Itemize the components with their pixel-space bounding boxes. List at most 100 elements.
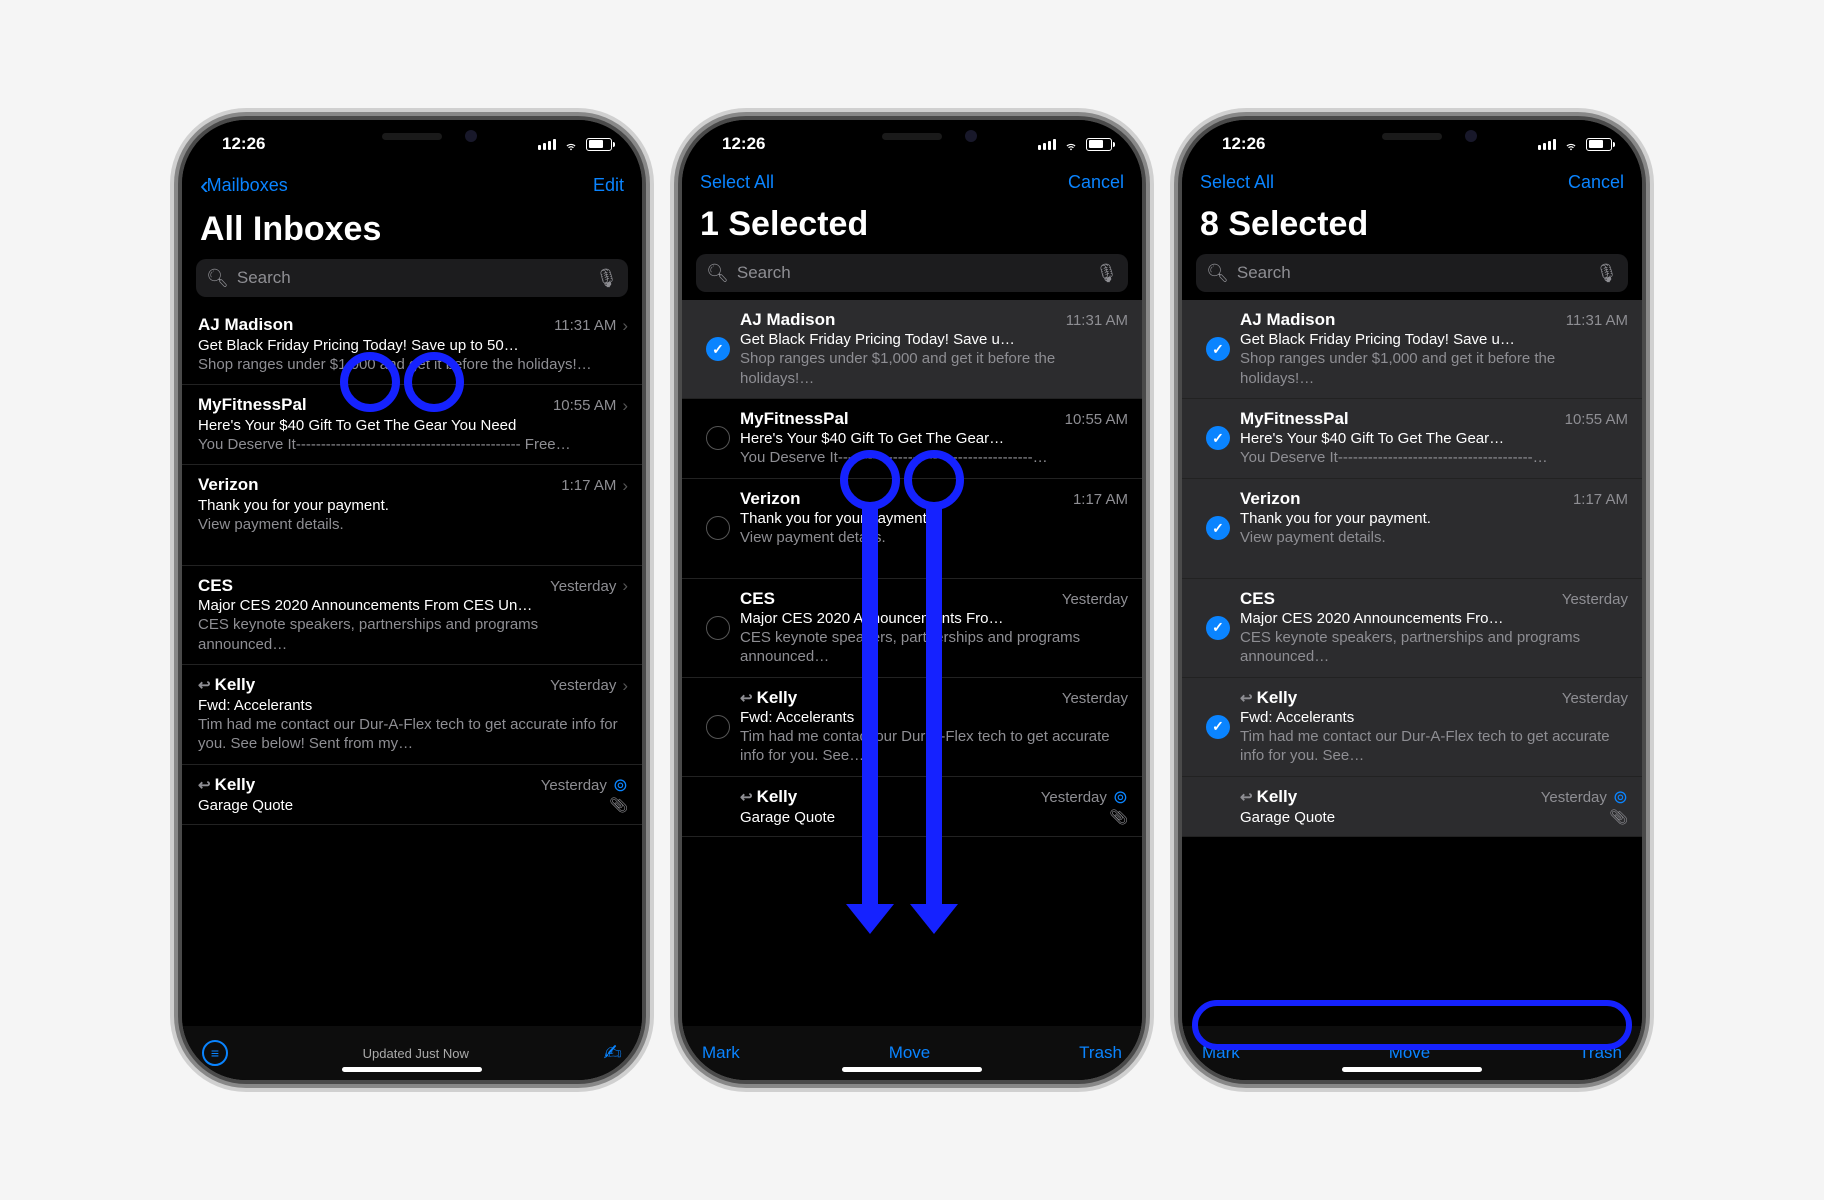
home-indicator[interactable] (342, 1067, 482, 1072)
search-input[interactable]: 🔍︎ Search 🎙 (1196, 254, 1628, 292)
edit-button[interactable]: Edit (593, 175, 624, 196)
subject: Fwd: Accelerants (740, 709, 1128, 726)
thread-icon: ⊚ (1113, 787, 1128, 808)
back-button[interactable]: ‹Mailboxes (200, 172, 288, 198)
email-time: Yesterday⊚ (1541, 787, 1628, 808)
search-icon: 🔍︎ (206, 268, 229, 289)
preview: CES keynote speakers, partnerships and p… (1240, 628, 1628, 667)
sender: CES (1240, 589, 1275, 609)
sender: CES (740, 589, 775, 609)
cancel-button[interactable]: Cancel (1568, 172, 1624, 193)
chevron-right-icon: › (622, 316, 628, 336)
subject: Here's Your $40 Gift To Get The Gear… (1240, 430, 1628, 447)
sender: AJ Madison (1240, 310, 1335, 330)
wifi-icon (1062, 137, 1080, 151)
email-row[interactable]: ↩︎KellyYesterday› Fwd: Accelerants Tim h… (182, 665, 642, 765)
search-input[interactable]: 🔍︎ Search 🎙 (196, 259, 628, 297)
email-list[interactable]: ✓ AJ Madison11:31 AM Get Black Friday Pr… (682, 300, 1142, 1026)
signal-icon (538, 139, 556, 150)
trash-button[interactable]: Trash (1579, 1043, 1622, 1063)
email-row[interactable]: MyFitnessPal10:55 AM› Here's Your $40 Gi… (182, 385, 642, 465)
email-time: Yesterday› (550, 576, 628, 596)
preview: You Deserve It--------------------------… (1240, 448, 1628, 468)
email-row[interactable]: ↩︎KellyYesterday⊚ Garage Quote 📎︎ (682, 777, 1142, 837)
email-row[interactable]: ✓ AJ Madison11:31 AM Get Black Friday Pr… (682, 300, 1142, 399)
email-time: 11:31 AM (1566, 312, 1628, 329)
compose-button[interactable]: ✍︎ (604, 1040, 622, 1066)
email-row[interactable]: AJ Madison11:31 AM› Get Black Friday Pri… (182, 305, 642, 385)
notch (297, 120, 527, 152)
status-time: 12:26 (722, 134, 765, 154)
chevron-right-icon: › (622, 576, 628, 596)
battery-icon (586, 138, 612, 151)
email-list[interactable]: ✓ AJ Madison11:31 AM Get Black Friday Pr… (1182, 300, 1642, 1026)
wifi-icon (562, 137, 580, 151)
mark-button[interactable]: Mark (1202, 1043, 1240, 1063)
checkbox-empty[interactable] (706, 616, 730, 640)
search-input[interactable]: 🔍︎ Search 🎙 (696, 254, 1128, 292)
mic-icon: 🎙 (1595, 263, 1618, 284)
email-row[interactable]: ✓ Verizon1:17 AM Thank you for your paym… (1182, 479, 1642, 579)
sender: Verizon (740, 489, 800, 509)
sender: ↩︎Kelly (198, 775, 255, 795)
subject: Major CES 2020 Announcements From CES Un… (198, 597, 628, 614)
checkbox-empty[interactable] (706, 516, 730, 540)
checkbox-checked[interactable]: ✓ (706, 337, 730, 361)
reply-icon: ↩︎ (1240, 788, 1253, 806)
preview: View payment details. (1240, 528, 1628, 548)
move-button[interactable]: Move (1389, 1043, 1431, 1063)
email-row[interactable]: CESYesterday Major CES 2020 Announcement… (682, 579, 1142, 678)
home-indicator[interactable] (842, 1067, 982, 1072)
subject: Garage Quote (198, 797, 628, 814)
trash-button[interactable]: Trash (1079, 1043, 1122, 1063)
sender: ↩︎Kelly (740, 688, 797, 708)
subject: Fwd: Accelerants (1240, 709, 1628, 726)
email-time: 11:31 AM› (554, 316, 628, 336)
email-row[interactable]: MyFitnessPal10:55 AM Here's Your $40 Gif… (682, 399, 1142, 479)
subject: Garage Quote (1240, 809, 1628, 826)
nav-bar: Select All Cancel (682, 168, 1142, 201)
checkbox-empty[interactable] (706, 715, 730, 739)
mark-button[interactable]: Mark (702, 1043, 740, 1063)
phone-2: 12:26 Select All Cancel 1 Selected 🔍︎ Se… (682, 120, 1142, 1080)
select-all-button[interactable]: Select All (1200, 172, 1274, 193)
home-indicator[interactable] (1342, 1067, 1482, 1072)
email-time: Yesterday (1062, 690, 1128, 707)
email-row[interactable]: Verizon1:17 AM Thank you for your paymen… (682, 479, 1142, 579)
email-row[interactable]: ↩︎KellyYesterday Fwd: Accelerants Tim ha… (682, 678, 1142, 777)
email-list[interactable]: AJ Madison11:31 AM› Get Black Friday Pri… (182, 305, 642, 1026)
email-time: Yesterday (1062, 591, 1128, 608)
checkbox-checked[interactable]: ✓ (1206, 337, 1230, 361)
cancel-button[interactable]: Cancel (1068, 172, 1124, 193)
checkbox-checked[interactable]: ✓ (1206, 516, 1230, 540)
checkbox-checked[interactable]: ✓ (1206, 715, 1230, 739)
subject: Garage Quote (740, 809, 1128, 826)
subject: Get Black Friday Pricing Today! Save up … (198, 337, 628, 354)
mic-icon: 🎙 (595, 268, 618, 289)
subject: Here's Your $40 Gift To Get The Gear You… (198, 417, 628, 434)
checkbox-empty[interactable] (706, 426, 730, 450)
sender: MyFitnessPal (740, 409, 849, 429)
filter-button[interactable]: ≡ (202, 1040, 228, 1066)
battery-icon (1586, 138, 1612, 151)
select-all-button[interactable]: Select All (700, 172, 774, 193)
preview: Shop ranges under $1,000 and get it befo… (1240, 349, 1628, 388)
email-row[interactable]: ↩︎KellyYesterday⊚ Garage Quote 📎︎ (1182, 777, 1642, 837)
email-row[interactable]: ✓ ↩︎KellyYesterday Fwd: Accelerants Tim … (1182, 678, 1642, 777)
reply-icon: ↩︎ (198, 776, 211, 794)
checkbox-checked[interactable]: ✓ (1206, 616, 1230, 640)
reply-icon: ↩︎ (1240, 689, 1253, 707)
email-row[interactable]: Verizon1:17 AM› Thank you for your payme… (182, 465, 642, 566)
email-row[interactable]: ✓ MyFitnessPal10:55 AM Here's Your $40 G… (1182, 399, 1642, 479)
sender: Verizon (1240, 489, 1300, 509)
email-row[interactable]: CESYesterday› Major CES 2020 Announcemen… (182, 566, 642, 666)
email-row[interactable]: ↩︎KellyYesterday⊚ Garage Quote 📎︎ (182, 765, 642, 825)
subject: Fwd: Accelerants (198, 697, 628, 714)
move-button[interactable]: Move (889, 1043, 931, 1063)
subject: Thank you for your payment. (740, 510, 1128, 527)
checkbox-checked[interactable]: ✓ (1206, 426, 1230, 450)
wifi-icon (1562, 137, 1580, 151)
email-row[interactable]: ✓ AJ Madison11:31 AM Get Black Friday Pr… (1182, 300, 1642, 399)
preview: Shop ranges under $1,000 and get it befo… (740, 349, 1128, 388)
email-row[interactable]: ✓ CESYesterday Major CES 2020 Announceme… (1182, 579, 1642, 678)
